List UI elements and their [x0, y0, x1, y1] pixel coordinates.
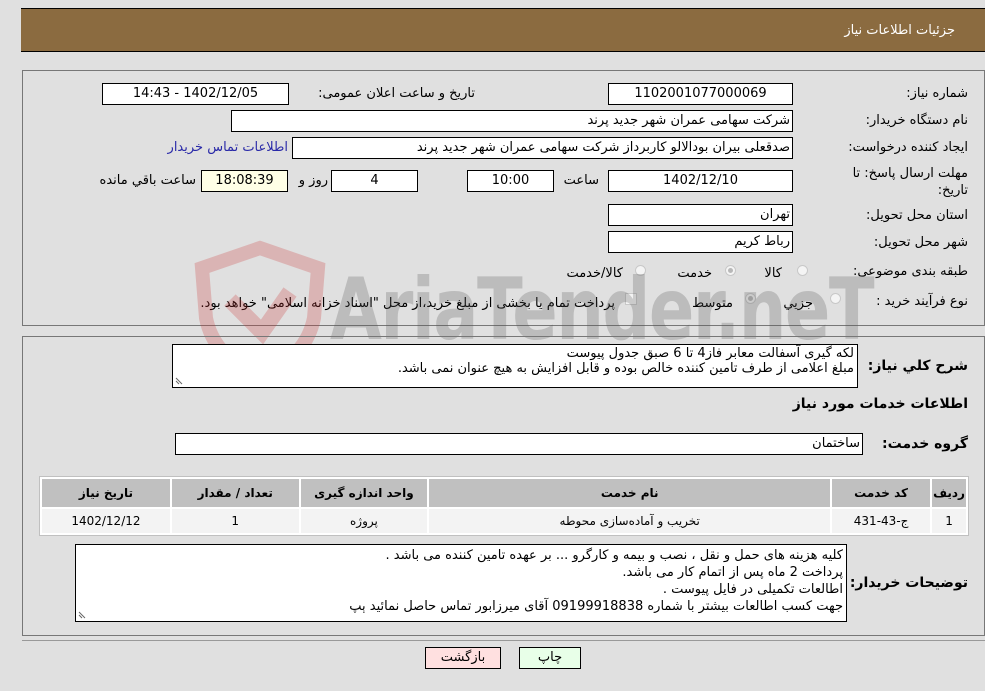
resize-grip-icon[interactable]	[175, 376, 184, 385]
print-button[interactable]: چاپ	[519, 647, 581, 669]
purchase-type-radio-minor[interactable]	[830, 293, 841, 304]
province-label: استان محل تحویل:	[866, 208, 968, 223]
city-field: رباط کریم	[608, 231, 793, 253]
services-table: ردیف کد خدمت نام خدمت واحد اندازه گیری ت…	[39, 476, 969, 536]
category-option-service: خدمت	[677, 266, 712, 281]
treasury-checkbox[interactable]	[625, 293, 637, 305]
col-row-number: ردیف	[932, 479, 966, 507]
buyer-notes-line: کلیه هزینه های حمل و نقل ، نصب و بیمه و …	[385, 548, 843, 563]
service-group-label: گروه خدمت:	[882, 436, 968, 452]
buyer-notes-line: پرداخت 2 ماه پس از اتمام کار می باشد.	[622, 565, 843, 580]
announce-datetime-field: 1402/12/05 - 14:43	[102, 83, 289, 105]
cell-unit: پروژه	[300, 509, 428, 533]
deadline-date-field: 1402/12/10	[608, 170, 793, 192]
description-label: شرح کلي نیاز:	[867, 358, 968, 374]
deadline-time-label: ساعت	[563, 173, 599, 188]
table-header-row: ردیف کد خدمت نام خدمت واحد اندازه گیری ت…	[42, 479, 966, 507]
category-label: طبقه بندی موضوعی:	[852, 264, 968, 279]
need-number-field: 1102001077000069	[608, 83, 793, 105]
remaining-time-label: ساعت باقي مانده	[99, 173, 196, 188]
province-field: تهران	[608, 204, 793, 226]
deadline-label-line2: تاریخ:	[937, 183, 968, 198]
city-label: شهر محل تحویل:	[873, 235, 968, 250]
resize-grip-icon[interactable]	[78, 610, 87, 619]
description-textarea[interactable]: لکه گیری آسفالت معابر فاز4 تا 6 صبق جدول…	[172, 344, 858, 388]
buyer-org-field: شرکت سهامی عمران شهر جدید پرند	[231, 110, 793, 132]
remaining-days-field: 4	[331, 170, 418, 192]
buyer-notes-line: جهت کسب اطالعات بیشتر با شماره 091999188…	[349, 599, 843, 614]
need-number-label: شماره نیاز:	[906, 86, 968, 101]
cell-need-date: 1402/12/12	[42, 509, 170, 533]
col-need-date: تاریخ نیاز	[42, 479, 170, 507]
treasury-checkbox-label: پرداخت تمام یا بخشی از مبلغ خرید،از محل …	[200, 296, 615, 311]
category-radio-service[interactable]	[725, 265, 736, 276]
requester-field: صدقعلی بیران بودالالو کاربرداز شرکت سهام…	[292, 137, 793, 159]
deadline-label-line1: مهلت ارسال پاسخ: تا	[852, 166, 968, 181]
need-info-panel	[22, 70, 985, 326]
days-label: روز و	[298, 173, 328, 188]
category-option-goods: کالا	[764, 266, 782, 281]
col-service-name: نام خدمت	[429, 479, 831, 507]
purchase-type-option-medium: متوسط	[692, 296, 733, 311]
buyer-notes-label: توضیحات خریدار:	[849, 575, 968, 591]
cell-quantity: 1	[171, 509, 299, 533]
remaining-time-field: 18:08:39	[201, 170, 288, 192]
bottom-divider	[22, 640, 985, 641]
description-line: لکه گیری آسفالت معابر فاز4 تا 6 صبق جدول…	[566, 346, 854, 361]
back-button[interactable]: بازگشت	[425, 647, 501, 669]
category-radio-goods-service[interactable]	[635, 265, 646, 276]
col-service-code: کد خدمت	[832, 479, 931, 507]
table-row: 1 ج-43-431 تخریب و آماده‌سازی محوطه پروژ…	[42, 509, 966, 533]
buyer-notes-line: اطالعات تکمیلی در فایل پیوست .	[662, 582, 843, 597]
announce-datetime-label: تاریخ و ساعت اعلان عمومی:	[318, 86, 475, 101]
description-line: مبلغ اعلامی از طرف تامین کننده خالص بوده…	[397, 361, 854, 376]
purchase-type-option-minor: جزيي	[783, 296, 813, 311]
col-quantity: تعداد / مقدار	[171, 479, 299, 507]
buyer-notes-textarea[interactable]: کلیه هزینه های حمل و نقل ، نصب و بیمه و …	[75, 544, 847, 622]
cell-service-code: ج-43-431	[832, 509, 931, 533]
page-title: جزئیات اطلاعات نیاز	[844, 23, 955, 38]
deadline-time-field: 10:00	[467, 170, 554, 192]
col-unit: واحد اندازه گیری	[300, 479, 428, 507]
category-radio-goods[interactable]	[797, 265, 808, 276]
services-section-title: اطلاعات خدمات مورد نیاز	[792, 396, 968, 412]
category-option-goods-service: کالا/خدمت	[566, 266, 623, 281]
requester-label: ایجاد کننده درخواست:	[848, 140, 968, 155]
purchase-type-radio-medium[interactable]	[745, 293, 756, 304]
service-group-field: ساختمان	[175, 433, 863, 455]
cell-service-name: تخریب و آماده‌سازی محوطه	[429, 509, 831, 533]
purchase-type-label: نوع فرآیند خرید :	[876, 294, 968, 309]
buyer-contact-link[interactable]: اطلاعات تماس خریدار	[168, 140, 288, 155]
cell-row-number: 1	[932, 509, 966, 533]
page-header: جزئیات اطلاعات نیاز	[21, 8, 985, 52]
buyer-org-label: نام دستگاه خریدار:	[865, 113, 968, 128]
